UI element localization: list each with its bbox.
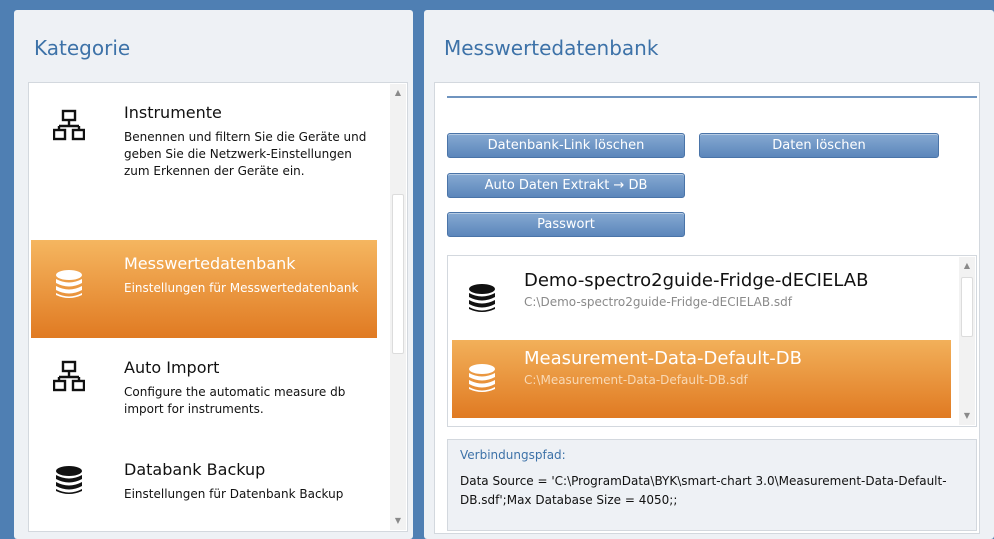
network-icon (53, 360, 85, 392)
category-item-desc: Einstellungen für Messwertedatenbank (124, 281, 359, 295)
category-item-messwertedatenbank[interactable]: Messwertedatenbank Einstellungen für Mes… (31, 240, 377, 338)
auto-data-extract-button[interactable]: Auto Daten Extrakt → DB (447, 173, 685, 198)
category-item-auto-import[interactable]: Auto Import Configure the automatic meas… (31, 358, 377, 438)
category-item-title: Instrumente (124, 103, 222, 122)
database-path: C:\Demo-spectro2guide-Fridge-dECIELAB.sd… (524, 295, 793, 309)
scroll-thumb[interactable] (392, 194, 404, 354)
category-list[interactable]: Instrumente Benennen und filtern Sie die… (28, 82, 408, 532)
connection-path-box: Verbindungspfad: Data Source = 'C:\Progr… (447, 439, 977, 531)
delete-data-button[interactable]: Daten löschen (699, 133, 939, 158)
divider-line (447, 96, 977, 98)
category-title: Kategorie (34, 36, 131, 60)
database-icon (56, 270, 82, 298)
category-item-instrumente[interactable]: Instrumente Benennen und filtern Sie die… (31, 103, 377, 233)
scroll-down-arrow-icon[interactable]: ▼ (390, 514, 406, 528)
database-list[interactable]: Demo-spectro2guide-Fridge-dECIELAB C:\De… (447, 255, 977, 427)
network-icon (53, 109, 85, 141)
database-item-demo[interactable]: Demo-spectro2guide-Fridge-dECIELAB C:\De… (452, 262, 951, 332)
scroll-up-arrow-icon[interactable]: ▲ (390, 86, 406, 100)
database-panel-title: Messwertedatenbank (444, 36, 659, 60)
delete-database-link-button[interactable]: Datenbank-Link löschen (447, 133, 685, 158)
database-path: C:\Measurement-Data-Default-DB.sdf (524, 373, 748, 387)
database-settings-box: Datenbank-Link löschen Daten löschen Aut… (434, 82, 980, 534)
connection-path-value: Data Source = 'C:\ProgramData\BYK\smart-… (460, 474, 947, 507)
scroll-thumb[interactable] (961, 277, 973, 337)
database-item-default[interactable]: Measurement-Data-Default-DB C:\Measureme… (452, 340, 951, 418)
database-panel: Messwertedatenbank Datenbank-Link lösche… (424, 10, 994, 539)
category-scrollbar[interactable]: ▲ ▼ (390, 84, 406, 530)
database-name: Demo-spectro2guide-Fridge-dECIELAB (524, 270, 869, 291)
database-icon (469, 284, 495, 312)
category-item-desc: Einstellungen für Datenbank Backup (124, 487, 344, 501)
database-icon (56, 466, 82, 494)
database-list-scrollbar[interactable]: ▲ ▼ (959, 257, 975, 425)
category-item-desc: Benennen und filtern Sie die Geräte und … (124, 130, 367, 178)
scroll-down-arrow-icon[interactable]: ▼ (959, 409, 975, 423)
connection-path-label: Verbindungspfad: (460, 448, 566, 462)
category-item-title: Auto Import (124, 358, 220, 377)
database-icon (469, 364, 495, 392)
scroll-up-arrow-icon[interactable]: ▲ (959, 259, 975, 273)
password-button[interactable]: Passwort (447, 212, 685, 237)
category-item-databank-backup[interactable]: Databank Backup Einstellungen für Datenb… (31, 460, 377, 531)
category-panel: Kategorie Instrumente Benennen und filte… (14, 10, 413, 539)
database-name: Measurement-Data-Default-DB (524, 348, 803, 369)
category-item-title: Databank Backup (124, 460, 266, 479)
category-item-title: Messwertedatenbank (124, 254, 296, 273)
category-item-desc: Configure the automatic measure db impor… (124, 385, 346, 416)
